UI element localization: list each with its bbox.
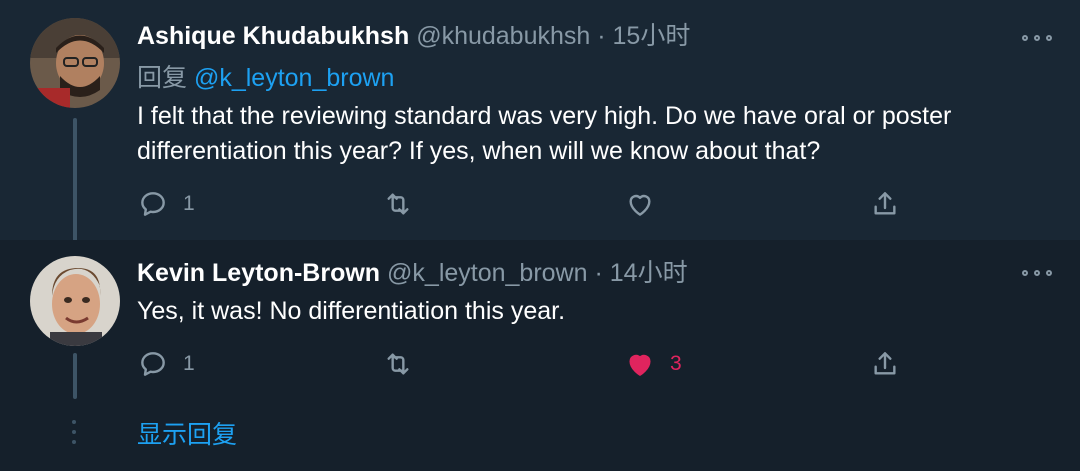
retweet-icon [387, 193, 409, 215]
more-icon[interactable] [1022, 267, 1052, 279]
reply-count: 1 [183, 352, 195, 375]
like-icon [629, 354, 651, 376]
reply-button[interactable]: 1 [137, 344, 195, 384]
show-replies-link[interactable]: 显示回复 [137, 419, 237, 451]
reply-count: 1 [183, 192, 195, 215]
reply-mention-link[interactable]: @k_leyton_brown [194, 64, 395, 92]
timestamp[interactable]: 14小时 [610, 259, 688, 287]
retweet-button[interactable] [382, 344, 428, 384]
like-count: 3 [670, 352, 682, 375]
tweet-kevin[interactable]: Kevin Leyton-Brown @k_leyton_brown · 14小… [0, 240, 1080, 471]
tweet-header: Ashique Khudabukhsh @khudabukhsh · 15小时 [137, 20, 690, 52]
timestamp[interactable]: 15小时 [613, 22, 691, 50]
author-name[interactable]: Kevin Leyton-Brown [137, 259, 380, 287]
like-button[interactable]: 3 [624, 344, 682, 384]
tweet-actions: 1 3 [0, 344, 1080, 384]
reply-icon [141, 352, 165, 376]
tweet-actions: 1 [0, 184, 1080, 224]
share-icon [874, 352, 896, 375]
like-button[interactable] [624, 184, 670, 224]
share-button[interactable] [869, 344, 901, 384]
separator: · [594, 259, 603, 287]
author-handle[interactable]: @khudabukhsh [416, 22, 590, 50]
reply-icon [141, 192, 165, 216]
replying-to: 回复 @k_leyton_brown [137, 62, 394, 94]
separator: · [597, 22, 606, 50]
author-handle[interactable]: @k_leyton_brown [387, 259, 588, 287]
more-icon[interactable] [1022, 32, 1052, 44]
retweet-button[interactable] [382, 184, 428, 224]
tweet-ashique[interactable]: Ashique Khudabukhsh @khudabukhsh · 15小时 … [0, 0, 1080, 244]
like-icon [629, 194, 651, 216]
tweet-text: Yes, it was! No differentiation this yea… [137, 297, 566, 325]
share-icon [874, 192, 896, 215]
thread-line [73, 118, 77, 244]
thread-dots [72, 420, 78, 452]
tweet-header: Kevin Leyton-Brown @k_leyton_brown · 14小… [137, 257, 688, 289]
share-button[interactable] [869, 184, 901, 224]
avatar[interactable] [30, 18, 120, 108]
avatar[interactable] [30, 256, 120, 346]
retweet-icon [387, 353, 409, 375]
author-name[interactable]: Ashique Khudabukhsh [137, 22, 409, 50]
reply-label: 回复 [137, 64, 188, 92]
tweet-text: I felt that the reviewing standard was v… [137, 102, 952, 165]
reply-button[interactable]: 1 [137, 184, 195, 224]
